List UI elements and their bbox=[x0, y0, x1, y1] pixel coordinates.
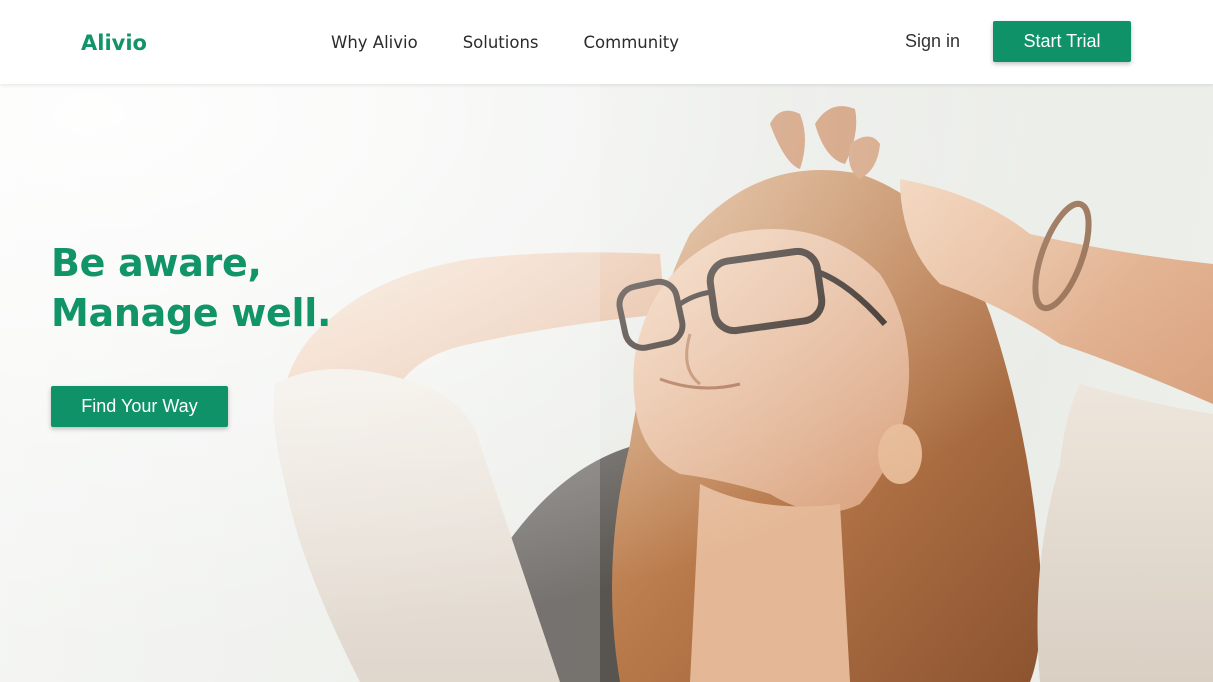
site-header: Alivio Why Alivio Solutions Community Si… bbox=[0, 0, 1213, 84]
hero-section: Be aware, Manage well. Find Your Way bbox=[0, 84, 1213, 682]
start-trial-button[interactable]: Start Trial bbox=[993, 21, 1131, 62]
main-nav: Why Alivio Solutions Community bbox=[331, 31, 679, 55]
hero-image bbox=[0, 84, 1213, 682]
nav-link-solutions[interactable]: Solutions bbox=[463, 31, 539, 55]
brand-logo[interactable]: Alivio bbox=[81, 29, 147, 57]
hero-headline: Be aware, Manage well. bbox=[51, 241, 332, 335]
nav-link-why-alivio[interactable]: Why Alivio bbox=[331, 31, 418, 55]
nav-link-community[interactable]: Community bbox=[584, 31, 680, 55]
sign-in-link[interactable]: Sign in bbox=[905, 30, 960, 52]
landing-page: Alivio Why Alivio Solutions Community Si… bbox=[0, 0, 1213, 682]
find-your-way-button[interactable]: Find Your Way bbox=[51, 386, 228, 427]
